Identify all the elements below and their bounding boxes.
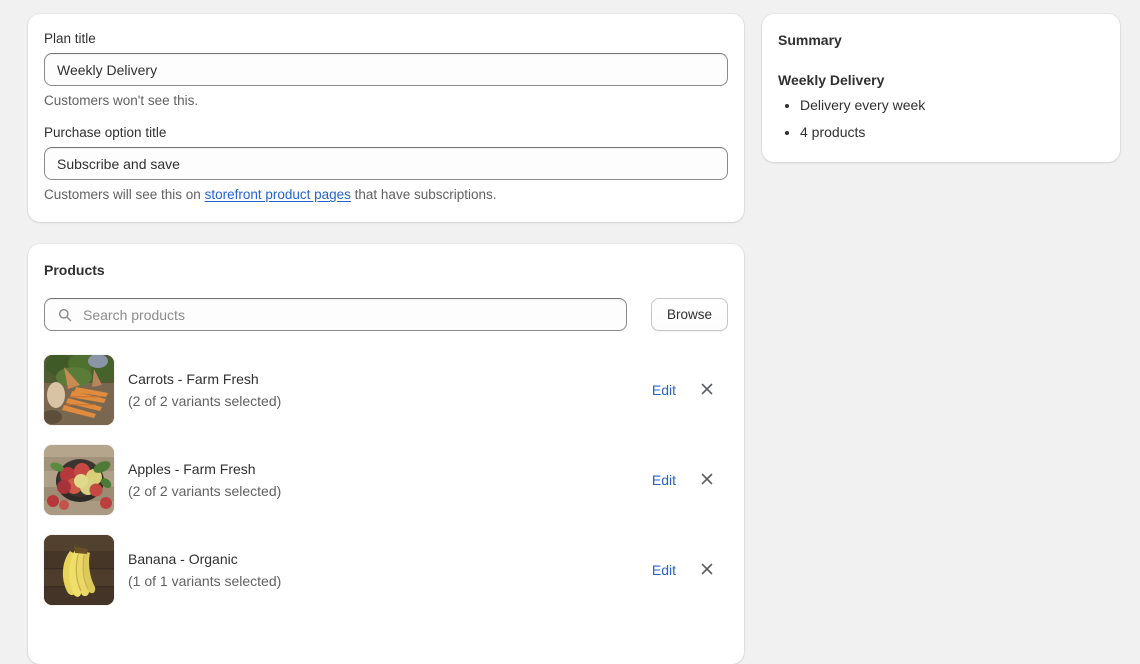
close-icon xyxy=(700,382,714,399)
search-field-wrapper xyxy=(44,298,627,331)
summary-bullet: Delivery every week xyxy=(800,95,1104,115)
remove-product-button[interactable] xyxy=(698,561,716,579)
side-column: Summary Weekly Delivery Delivery every w… xyxy=(762,14,1120,162)
summary-plan-name: Weekly Delivery xyxy=(778,72,885,88)
product-name: Banana - Organic xyxy=(128,551,238,567)
product-variants: (2 of 2 variants selected) xyxy=(128,483,282,499)
product-variants: (1 of 1 variants selected) xyxy=(128,573,282,589)
summary-title: Summary xyxy=(778,32,842,48)
edit-product-link[interactable]: Edit xyxy=(652,562,676,578)
plan-title-help: Customers won't see this. xyxy=(44,93,199,108)
banana-photo-thumbnail xyxy=(44,535,114,605)
product-name: Apples - Farm Fresh xyxy=(128,461,256,477)
purchase-option-title-input[interactable] xyxy=(44,147,728,180)
products-search-row: Browse xyxy=(44,298,728,331)
plan-title-field: Plan title Customers won't see this. xyxy=(44,30,728,110)
product-info: Carrots - Farm Fresh (2 of 2 variants se… xyxy=(128,369,638,411)
product-row-actions: Edit xyxy=(652,381,728,399)
purchase-option-title-field: Purchase option title Customers will see… xyxy=(44,124,728,204)
main-column: Plan title Customers won't see this. Pur… xyxy=(28,14,744,664)
plan-details-card: Plan title Customers won't see this. Pur… xyxy=(28,14,744,222)
carrots-photo-thumbnail xyxy=(44,355,114,425)
help-suffix-text: that have subscriptions. xyxy=(350,187,497,202)
help-prefix-text: Customers will see this on xyxy=(44,187,205,202)
summary-bullet: 4 products xyxy=(800,122,1104,142)
edit-product-link[interactable]: Edit xyxy=(652,382,676,398)
product-info: Apples - Farm Fresh (2 of 2 variants sel… xyxy=(128,459,638,501)
products-title: Products xyxy=(44,262,105,278)
remove-product-button[interactable] xyxy=(698,471,716,489)
apples-photo-thumbnail xyxy=(44,445,114,515)
close-icon xyxy=(700,472,714,489)
product-list: Carrots - Farm Fresh (2 of 2 variants se… xyxy=(44,345,728,615)
remove-product-button[interactable] xyxy=(698,381,716,399)
product-name: Carrots - Farm Fresh xyxy=(128,371,259,387)
products-card: Products Browse xyxy=(28,244,744,664)
storefront-product-pages-link[interactable]: storefront product pages xyxy=(205,187,351,202)
page-root: Plan title Customers won't see this. Pur… xyxy=(0,0,1140,664)
product-row: Apples - Farm Fresh (2 of 2 variants sel… xyxy=(44,435,728,525)
edit-product-link[interactable]: Edit xyxy=(652,472,676,488)
plan-title-input[interactable] xyxy=(44,53,728,86)
browse-button[interactable]: Browse xyxy=(650,298,728,331)
product-row: Banana - Organic (1 of 1 variants select… xyxy=(44,525,728,615)
product-row-actions: Edit xyxy=(652,561,728,579)
product-info: Banana - Organic (1 of 1 variants select… xyxy=(128,549,638,591)
purchase-option-title-help: Customers will see this on storefront pr… xyxy=(44,186,728,204)
summary-card: Summary Weekly Delivery Delivery every w… xyxy=(762,14,1120,162)
close-icon xyxy=(700,562,714,579)
product-variants: (2 of 2 variants selected) xyxy=(128,393,282,409)
purchase-option-title-label: Purchase option title xyxy=(44,125,167,140)
search-products-input[interactable] xyxy=(44,298,627,331)
summary-bullet-list: Delivery every week 4 products xyxy=(778,95,1104,142)
product-row-actions: Edit xyxy=(652,471,728,489)
product-row: Carrots - Farm Fresh (2 of 2 variants se… xyxy=(44,345,728,435)
plan-title-label: Plan title xyxy=(44,31,96,46)
